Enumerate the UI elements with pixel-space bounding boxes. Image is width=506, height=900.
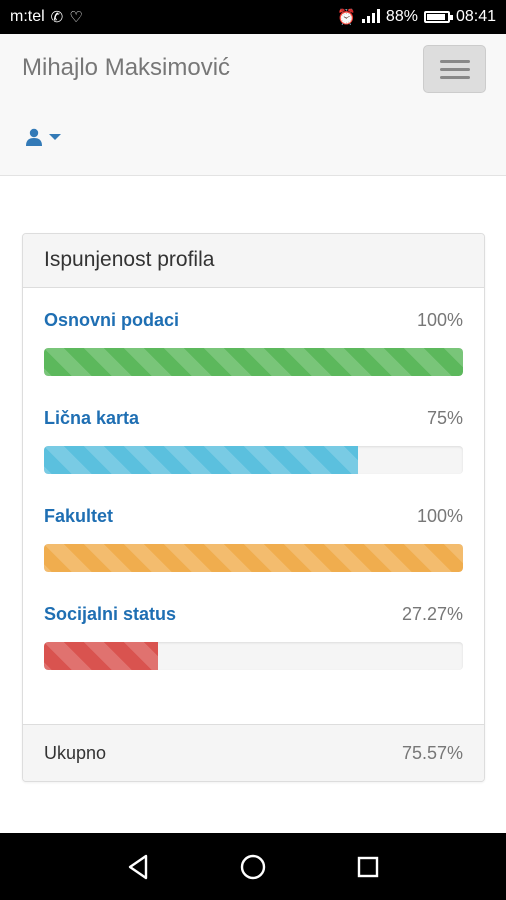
progress-track	[44, 544, 463, 572]
home-button[interactable]	[233, 847, 273, 887]
progress-item-header: Lična karta 75%	[44, 406, 463, 430]
progress-item-percent: 100%	[416, 309, 463, 330]
recents-icon	[358, 856, 379, 877]
progress-item: Osnovni podaci 100%	[44, 308, 463, 406]
panel-body: Osnovni podaci 100% Lična karta 75% Fakultet…	[23, 288, 484, 724]
progress-item-percent: 27.27%	[401, 603, 463, 624]
back-button[interactable]	[118, 847, 158, 887]
progress-bar-fill	[44, 348, 463, 376]
home-icon	[240, 854, 266, 879]
caret-down-icon	[49, 134, 61, 140]
progress-track	[44, 446, 463, 474]
hamburger-line	[439, 75, 470, 79]
carrier-label: m:tel	[10, 8, 45, 25]
recents-button[interactable]	[348, 847, 388, 887]
brand-name[interactable]: Mihajlo Maksimović	[22, 54, 230, 82]
status-bar: m:tel ✆ ♡ ⏰ 88% 08:41	[0, 0, 506, 34]
profile-completion-panel: Ispunjenost profila Osnovni podaci 100% Li…	[22, 233, 485, 782]
status-left: m:tel ✆ ♡	[10, 8, 83, 26]
progress-item-percent: 100%	[416, 505, 463, 526]
clock: 08:41	[455, 8, 496, 25]
progress-bar-fill	[44, 642, 159, 670]
hamburger-line	[439, 67, 470, 71]
panel-title: Ispunjenost profila	[23, 234, 484, 288]
progress-item-link[interactable]: Osnovni podaci	[44, 310, 179, 331]
back-icon	[128, 854, 147, 879]
total-label: Ukupno	[44, 743, 107, 763]
progress-item: Lična karta 75%	[44, 406, 463, 504]
system-navigation-bar	[0, 833, 506, 900]
battery-icon	[423, 11, 453, 23]
progress-track	[44, 642, 463, 670]
battery-percent: 88%	[385, 8, 418, 25]
progress-track	[44, 348, 463, 376]
progress-item: Fakultet 100%	[44, 504, 463, 602]
top-navbar: Mihajlo Maksimović	[0, 34, 506, 176]
progress-item-header: Fakultet 100%	[44, 504, 463, 528]
status-right: ⏰ 88% 08:41	[337, 8, 496, 26]
user-icon	[26, 128, 42, 146]
panel-footer: Ukupno 75.57%	[23, 724, 484, 781]
progress-item-percent: 75%	[426, 407, 463, 428]
wifi-call-icon: ✆	[50, 8, 64, 26]
hamburger-line	[439, 59, 470, 63]
alarm-icon: ⏰	[337, 8, 356, 26]
progress-item-link[interactable]: Lična karta	[44, 408, 139, 429]
user-dropdown[interactable]	[26, 128, 61, 146]
signal-icon	[361, 8, 380, 26]
progress-item: Socijalni status 27.27%	[44, 602, 463, 700]
total-value: 75.57%	[401, 743, 463, 763]
progress-bar-fill	[44, 544, 463, 572]
progress-item-link[interactable]: Fakultet	[44, 506, 113, 527]
progress-item-header: Osnovni podaci 100%	[44, 308, 463, 332]
progress-item-header: Socijalni status 27.27%	[44, 602, 463, 626]
health-icon: ♡	[69, 8, 83, 26]
progress-item-link[interactable]: Socijalni status	[44, 604, 176, 625]
menu-toggle-button[interactable]	[423, 45, 486, 93]
progress-bar-fill	[44, 446, 359, 474]
